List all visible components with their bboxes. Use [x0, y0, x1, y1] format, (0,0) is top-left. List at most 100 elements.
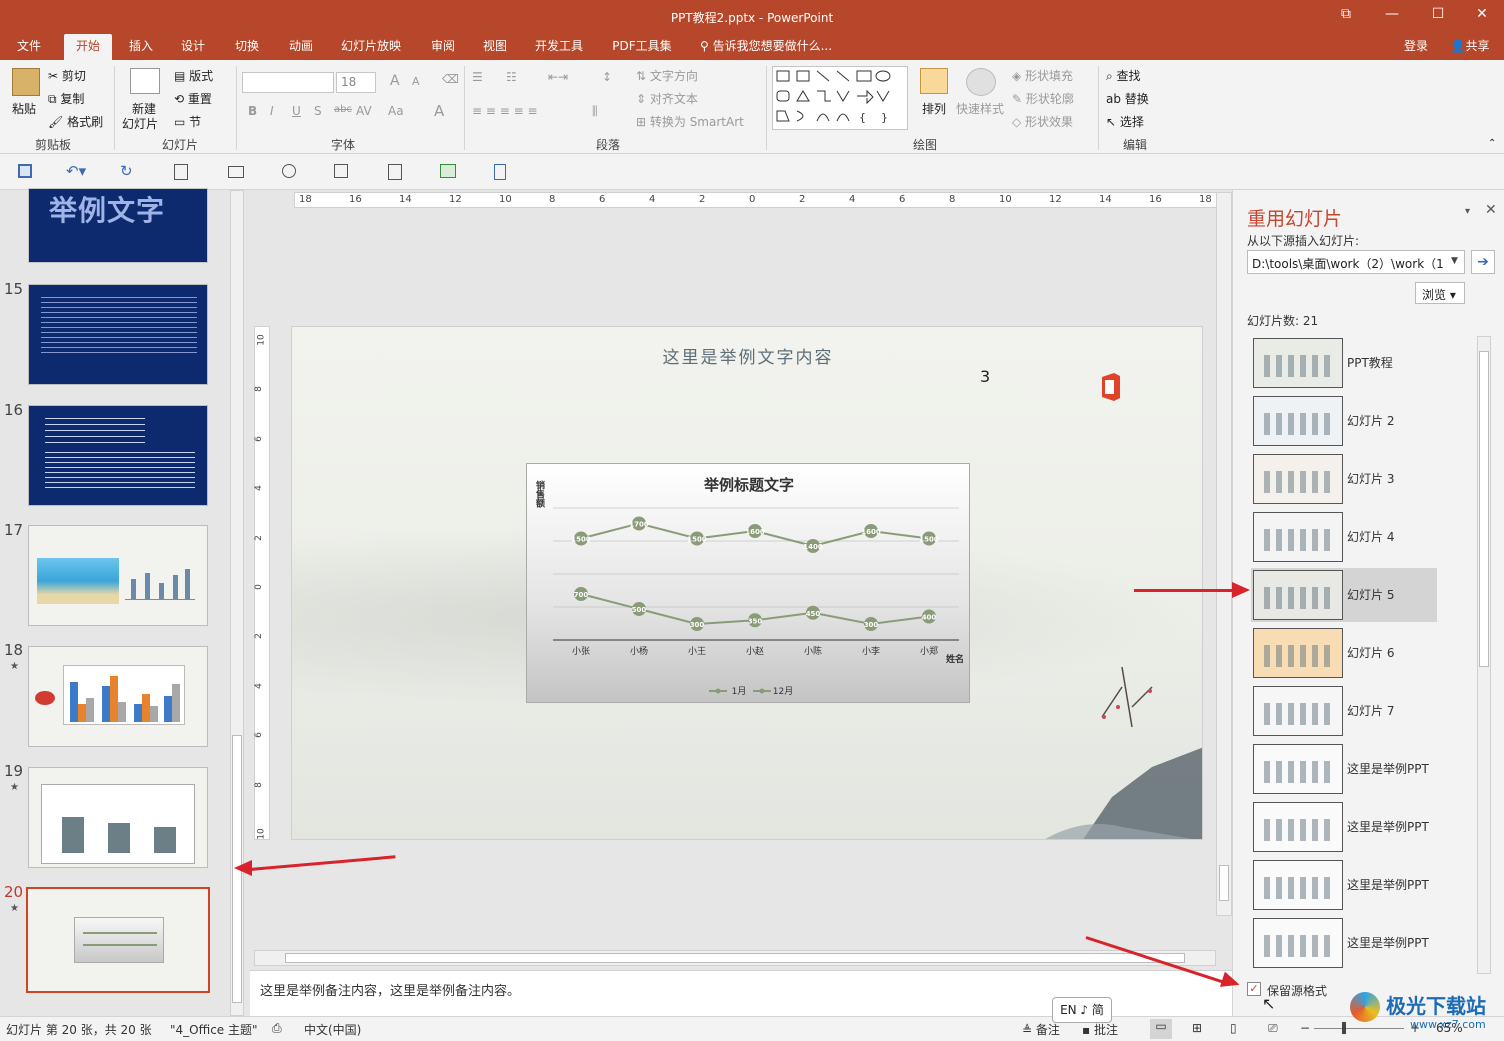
shape-fill-button[interactable]: ◈ 形状填充 [1012, 67, 1073, 84]
reset-button[interactable]: ⟲ 重置 [174, 90, 212, 107]
quick-styles-button[interactable]: 快速样式 [956, 100, 1004, 117]
reuse-slide-item[interactable]: 这里是举例PPT [1251, 916, 1437, 970]
scrollbar-thumb[interactable] [1479, 351, 1489, 667]
clear-format-icon[interactable]: ⌫ [442, 72, 459, 86]
line-spacing-icon[interactable]: ↕ [602, 70, 612, 84]
new-slide-icon[interactable] [130, 68, 160, 94]
section-button[interactable]: ▭ 节 [174, 113, 201, 130]
reuse-slide-item[interactable]: 幻灯片 6 [1251, 626, 1437, 680]
keep-source-format-label[interactable]: 保留源格式 [1267, 982, 1327, 999]
quick-styles-icon[interactable] [966, 68, 996, 96]
tab-slideshow[interactable]: 幻灯片放映 [334, 34, 408, 60]
reuse-slide-item[interactable]: 这里是举例PPT [1251, 800, 1437, 854]
underline-button[interactable]: U [292, 104, 301, 118]
scrollbar-thumb[interactable] [1219, 865, 1229, 901]
tab-insert[interactable]: 插入 [118, 34, 164, 60]
comments-toggle[interactable]: ▪ 批注 [1082, 1021, 1118, 1038]
spellcheck-icon[interactable]: ⎙ [272, 1021, 282, 1036]
slide-thumbnail-14[interactable]: 举例文字 [28, 188, 208, 263]
minimize-button[interactable]: — [1370, 6, 1414, 28]
columns-icon[interactable]: ⫼ [592, 104, 598, 119]
tab-transitions[interactable]: 切换 [224, 34, 270, 60]
align-text-button[interactable]: ⇕ 对齐文本 [636, 90, 698, 107]
grow-font-button[interactable]: A [390, 73, 400, 89]
keep-source-format-checkbox[interactable]: ✓ [1247, 982, 1261, 996]
chevron-down-icon[interactable]: ▼ [1451, 256, 1458, 266]
new-slide-label-2[interactable]: 幻灯片 [122, 115, 158, 132]
select-button[interactable]: ↖ 选择 [1106, 113, 1144, 130]
language-indicator[interactable]: 中文(中国) [304, 1021, 361, 1038]
shrink-font-button[interactable]: A [412, 75, 420, 88]
pane-options-icon[interactable]: ▾ [1465, 206, 1470, 217]
find-button[interactable]: ⌕ 查找 [1106, 67, 1141, 84]
reuse-slide-item[interactable]: 幻灯片 5 [1251, 568, 1437, 622]
share-button[interactable]: 👤共享 [1442, 34, 1498, 60]
slide-thumbnail-17[interactable] [28, 525, 208, 626]
font-size-combo[interactable]: 18 [336, 72, 376, 93]
slide-number-text[interactable]: 3 [980, 367, 990, 386]
italic-button[interactable]: I [270, 104, 274, 118]
numbering-icon[interactable]: ☷ [506, 70, 517, 84]
browse-button[interactable]: 浏览 ▾ [1415, 282, 1465, 304]
textbox-icon[interactable] [228, 166, 244, 178]
smartart-button[interactable]: ⊞ 转换为 SmartArt [636, 113, 744, 130]
line-chart[interactable]: 举例标题文字 销售额 姓名 小张 小杨 小王 小赵 小陈 小李 小郑 1500 1700 1500 160… [526, 463, 970, 703]
tell-me-input[interactable]: ⚲ 告诉我您想要做什么... [700, 34, 850, 60]
arrange-icon[interactable] [920, 68, 948, 94]
presenter-icon[interactable] [282, 164, 296, 178]
slide-heading[interactable]: 这里是举例文字内容 [612, 343, 884, 368]
reuse-slide-item[interactable]: 幻灯片 3 [1251, 452, 1437, 506]
strikethrough-button[interactable]: abc [334, 104, 352, 115]
reuse-slide-item[interactable]: PPT教程 [1251, 336, 1437, 390]
slide-thumbnail-16[interactable] [28, 405, 208, 506]
ime-indicator[interactable]: EN ♪ 简 [1052, 997, 1112, 1023]
layout-button[interactable]: ▤ 版式 [174, 67, 213, 84]
check-icon[interactable] [440, 164, 456, 178]
redo-icon[interactable]: ↻ [120, 162, 133, 180]
shape-outline-button[interactable]: ✎ 形状轮廓 [1012, 90, 1074, 107]
slide-thumbnails-panel[interactable]: 举例文字 15 16 17 18 ★ 19 ★ 20 ★ [0, 188, 246, 1016]
format-painter-button[interactable]: 🖌 格式刷 [48, 113, 103, 130]
link-icon[interactable] [494, 164, 506, 180]
indent-icon[interactable]: ⇤⇥ [548, 70, 568, 84]
source-path-combo[interactable]: D:\tools\桌面\work（2）\work（1 [1247, 250, 1465, 274]
bold-button[interactable]: B [248, 104, 257, 118]
copy-button[interactable]: ⧉ 复制 [48, 90, 84, 107]
print-preview-icon[interactable] [388, 164, 402, 180]
text-direction-button[interactable]: ⇅ 文字方向 [636, 67, 698, 84]
reuse-slide-item[interactable]: 幻灯片 2 [1251, 394, 1437, 448]
reuse-slide-item[interactable]: 幻灯片 7 [1251, 684, 1437, 738]
tab-review[interactable]: 审阅 [420, 34, 466, 60]
collapse-ribbon-icon[interactable]: ⌃ [1488, 138, 1496, 149]
tab-developer[interactable]: 开发工具 [528, 34, 590, 60]
go-arrow-button[interactable]: ➔ [1471, 250, 1495, 274]
paste-button[interactable]: 粘贴 [12, 100, 36, 117]
notes-toggle[interactable]: ≜ 备注 [1022, 1021, 1060, 1038]
slide-thumbnail-19[interactable] [28, 767, 208, 868]
thumbnails-scrollbar[interactable] [230, 190, 244, 1016]
shadow-button[interactable]: S [314, 104, 322, 118]
reuse-slide-item[interactable]: 幻灯片 4 [1251, 510, 1437, 564]
char-spacing-button[interactable]: AV [356, 104, 372, 118]
ribbon-display-icon[interactable]: ⧉ [1324, 6, 1368, 28]
notes-pane[interactable]: 这里是举例备注内容，这里是举例备注内容。 EN ♪ 简 [250, 970, 1232, 1023]
reuse-scrollbar[interactable] [1477, 336, 1491, 974]
slide-thumbnail-15[interactable] [28, 284, 208, 385]
tab-file[interactable]: 文件 [6, 34, 52, 60]
maximize-button[interactable]: ☐ [1416, 6, 1460, 28]
save-icon[interactable] [18, 164, 32, 178]
slideshow-icon[interactable] [334, 164, 348, 178]
tab-animations[interactable]: 动画 [278, 34, 324, 60]
bullets-icon[interactable]: ☰ [472, 70, 483, 84]
editor-vertical-scrollbar[interactable] [1216, 192, 1232, 916]
slide-sorter-icon[interactable]: ⊞ [1192, 1021, 1202, 1035]
font-name-combo[interactable] [242, 72, 334, 93]
tab-design[interactable]: 设计 [170, 34, 216, 60]
zoom-slider-thumb[interactable] [1342, 1022, 1346, 1034]
cut-button[interactable]: ✂ 剪切 [48, 67, 86, 84]
scrollbar-thumb[interactable] [285, 953, 1185, 963]
reading-view-icon[interactable]: ▯ [1230, 1021, 1237, 1035]
align-left-icon[interactable]: ≡ ≡ ≡ ≡ ≡ [472, 104, 538, 118]
font-color-button[interactable]: A [434, 102, 444, 120]
undo-icon[interactable]: ↶▾ [66, 162, 86, 180]
